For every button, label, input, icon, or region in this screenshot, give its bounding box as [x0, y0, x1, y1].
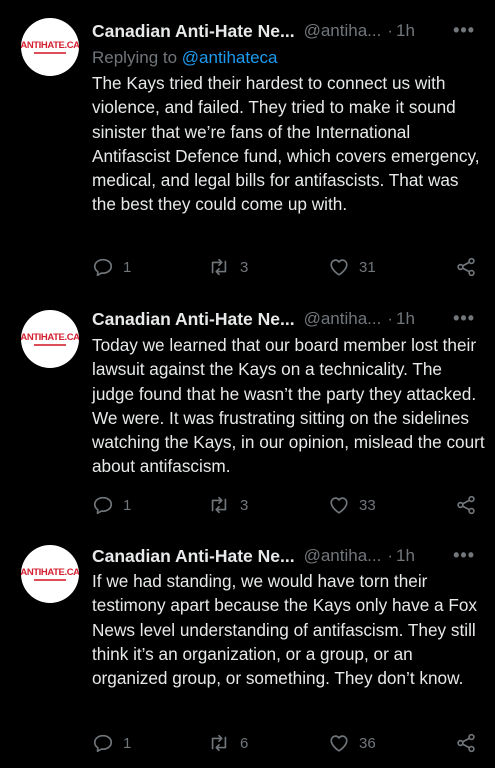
more-icon[interactable]: ••• [453, 20, 475, 41]
like-button[interactable]: 33 [328, 493, 376, 517]
display-name[interactable]: Canadian Anti-Hate Ne... [92, 309, 295, 330]
avatar-logo-text: ANTIHATE.CA [21, 39, 79, 51]
replying-to: Replying to @antihateca [92, 48, 278, 68]
tweet-text: Today we learned that our board member l… [92, 335, 485, 477]
user-handle[interactable]: @antiha... [304, 546, 382, 566]
more-icon[interactable]: ••• [453, 545, 475, 566]
tweet-header: Canadian Anti-Hate Ne... @antiha... · 1h… [92, 543, 475, 569]
share-button[interactable] [455, 731, 477, 755]
logo-underline [34, 343, 66, 346]
tweet-header: Canadian Anti-Hate Ne... @antiha... · 1h… [92, 306, 475, 332]
reply-button[interactable]: 1 [92, 731, 131, 755]
like-count: 36 [359, 734, 376, 752]
user-handle[interactable]: @antiha... [304, 309, 382, 329]
retweet-icon [211, 258, 227, 276]
retweet-count: 3 [240, 258, 249, 276]
avatar-logo-text: ANTIHATE.CA [21, 331, 79, 343]
reply-count: 1 [123, 496, 132, 514]
share-icon [457, 257, 475, 277]
reply-mention-link[interactable]: @antihateca [182, 48, 278, 67]
retweet-button[interactable]: 3 [207, 493, 248, 517]
display-name[interactable]: Canadian Anti-Hate Ne... [92, 546, 295, 567]
reply-button[interactable]: 1 [92, 255, 131, 279]
reply-button[interactable]: 1 [92, 493, 131, 517]
reply-count: 1 [123, 258, 132, 276]
logo-underline [34, 578, 66, 581]
heart-icon [330, 735, 348, 752]
avatar[interactable]: ANTIHATE.CA [21, 545, 79, 603]
timestamp[interactable]: 1h [396, 21, 415, 41]
retweet-count: 6 [240, 734, 249, 752]
share-icon [457, 733, 475, 753]
reply-icon [93, 496, 113, 515]
action-bar: 1 3 31 [92, 255, 477, 279]
reply-icon [93, 734, 113, 753]
share-button[interactable] [455, 493, 477, 517]
like-button[interactable]: 36 [328, 731, 376, 755]
like-button[interactable]: 31 [328, 255, 376, 279]
retweet-button[interactable]: 6 [207, 731, 248, 755]
separator-dot: · [387, 21, 393, 40]
more-icon[interactable]: ••• [453, 308, 475, 329]
separator-dot: · [387, 309, 393, 328]
tweet-text: The Kays tried their hardest to connect … [92, 73, 480, 215]
action-bar: 1 3 33 [92, 493, 477, 517]
heart-icon [330, 259, 348, 276]
avatar[interactable]: ANTIHATE.CA [21, 310, 79, 368]
logo-underline [34, 51, 66, 54]
retweet-icon [211, 734, 227, 752]
separator-dot: · [387, 546, 393, 565]
share-icon [457, 495, 475, 515]
replying-to-label: Replying to [92, 48, 182, 67]
like-count: 33 [359, 496, 376, 514]
tweet-header: Canadian Anti-Hate Ne... @antiha... · 1h… [92, 18, 475, 44]
retweet-button[interactable]: 3 [207, 255, 248, 279]
timestamp[interactable]: 1h [396, 546, 415, 566]
heart-icon [330, 497, 348, 514]
user-handle[interactable]: @antiha... [304, 21, 382, 41]
display-name[interactable]: Canadian Anti-Hate Ne... [92, 21, 295, 42]
timestamp[interactable]: 1h [396, 309, 415, 329]
avatar[interactable]: ANTIHATE.CA [21, 18, 79, 76]
avatar-logo-text: ANTIHATE.CA [21, 566, 79, 578]
like-count: 31 [359, 258, 376, 276]
tweet-text: If we had standing, we would have torn t… [92, 571, 478, 689]
reply-count: 1 [123, 734, 132, 752]
reply-icon [93, 258, 113, 277]
action-bar: 1 6 36 [92, 731, 477, 755]
share-button[interactable] [455, 255, 477, 279]
retweet-icon [211, 496, 227, 514]
retweet-count: 3 [240, 496, 249, 514]
